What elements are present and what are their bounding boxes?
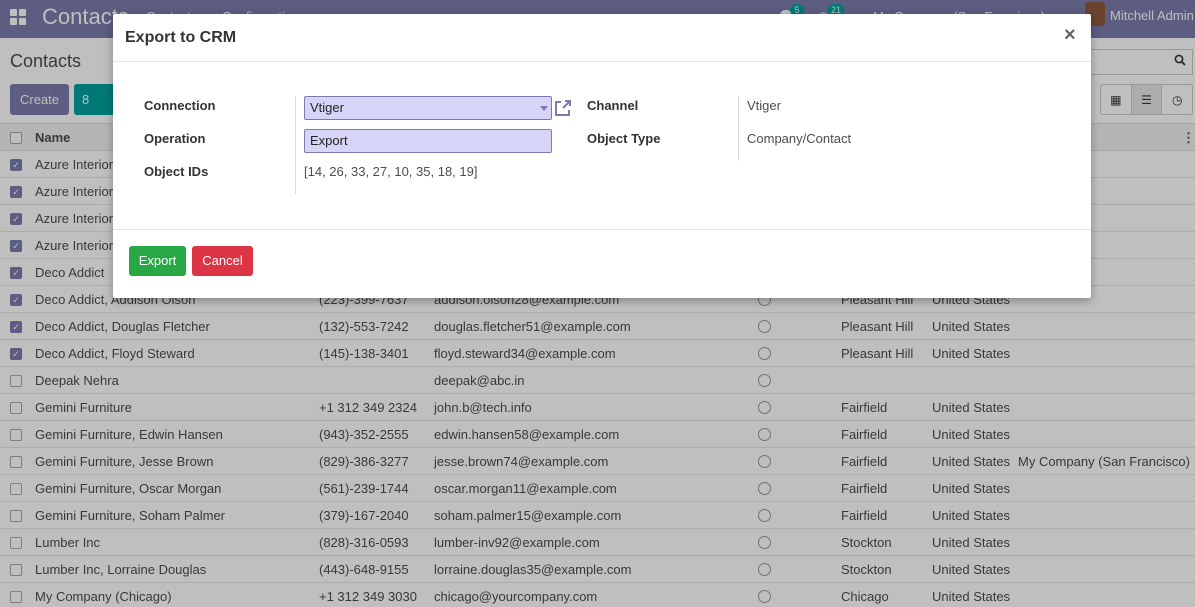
object-ids-label: Object IDs [144, 164, 209, 179]
connection-select-value: Vtiger [310, 100, 344, 115]
export-button[interactable]: Export [129, 246, 186, 276]
operation-field[interactable]: Export [304, 129, 552, 153]
export-to-crm-dialog: Export to CRM × Connection Operation Obj… [113, 14, 1091, 298]
connection-select[interactable]: Vtiger [304, 96, 552, 120]
chevron-down-icon[interactable] [540, 106, 548, 111]
channel-label: Channel [587, 98, 639, 113]
cancel-button[interactable]: Cancel [192, 246, 253, 276]
footer-divider [113, 229, 1091, 230]
header-divider [113, 61, 1091, 62]
object-type-label: Object Type [587, 131, 661, 146]
operation-label: Operation [144, 131, 206, 146]
close-icon[interactable]: × [1064, 24, 1076, 47]
object-type-value: Company/Contact [747, 131, 852, 146]
object-ids-value: [14, 26, 33, 27, 10, 35, 18, 19] [304, 164, 478, 179]
channel-value: Vtiger [747, 98, 781, 113]
left-group-separator [295, 96, 296, 194]
dialog-title: Export to CRM [125, 29, 237, 46]
right-group-separator [738, 96, 739, 161]
connection-label: Connection [144, 98, 216, 113]
external-link-icon[interactable] [553, 98, 573, 118]
